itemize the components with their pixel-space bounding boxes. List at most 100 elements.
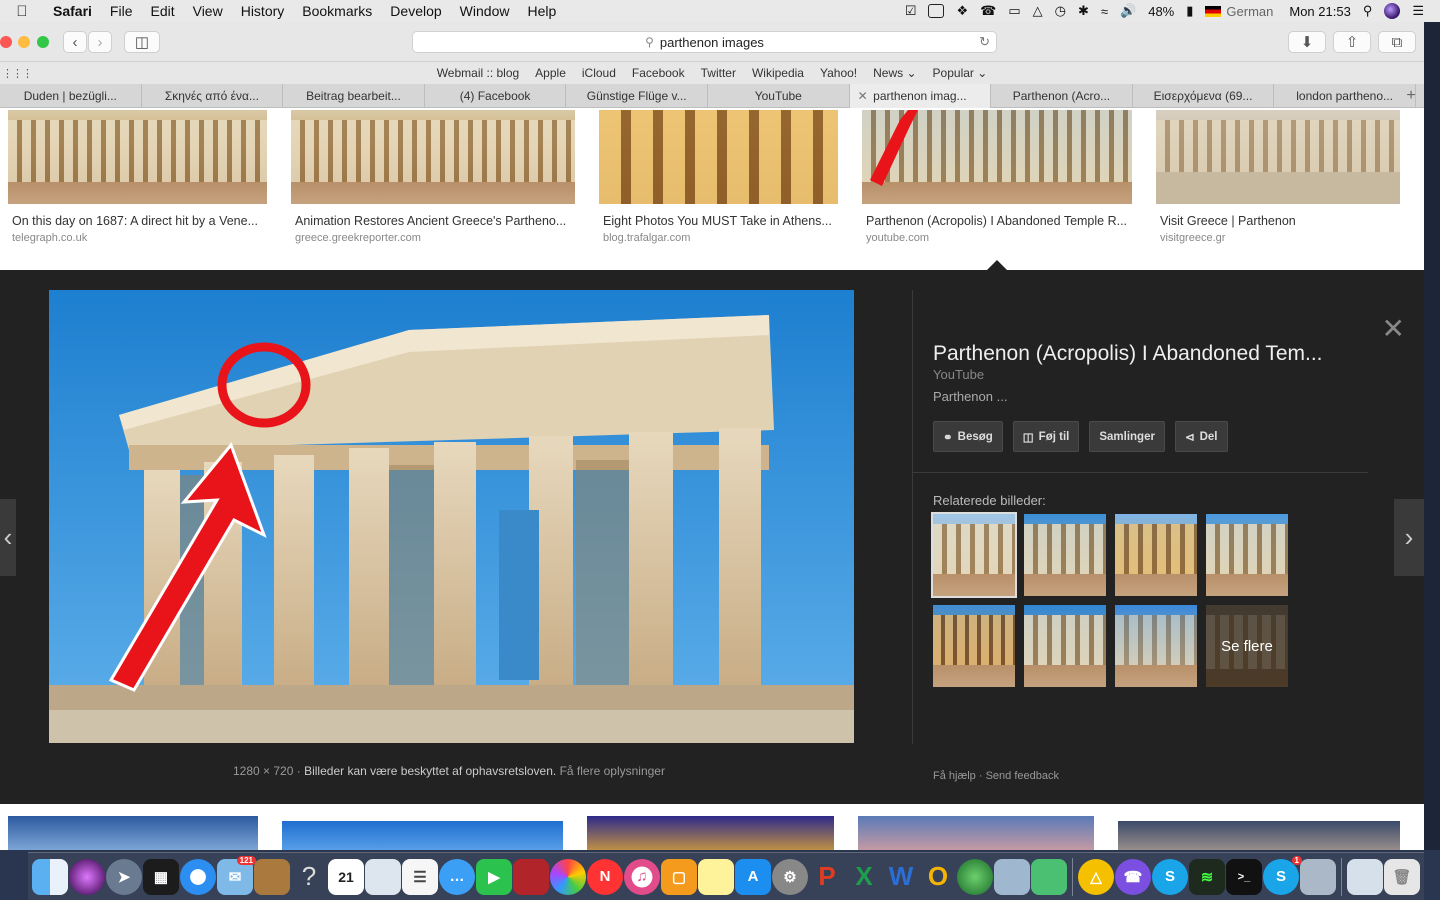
tab-beitrag[interactable]: Beitrag bearbeit... [283, 84, 425, 108]
mail-icon[interactable]: ✉ 121 [217, 855, 256, 895]
dropbox-icon[interactable]: ❖ [950, 3, 974, 19]
battery-percent[interactable]: 48% [1142, 4, 1180, 19]
result-next-5[interactable] [1118, 821, 1400, 850]
messages-icon[interactable]: … [439, 858, 475, 895]
bluetooth-icon[interactable]: ✱ [1072, 3, 1095, 19]
tab-duden[interactable]: Duden | bezügli... [0, 84, 142, 108]
mirror-icon[interactable]: ▭ [1002, 3, 1026, 19]
related-image-3[interactable] [1115, 514, 1197, 596]
battery-icon[interactable]: ▮ [1180, 3, 1199, 19]
feedback-link[interactable]: Send feedback [986, 770, 1059, 782]
related-image-1[interactable] [931, 512, 1017, 598]
word-icon[interactable]: W [883, 859, 919, 895]
menu-bookmarks[interactable]: Bookmarks [293, 3, 381, 19]
reload-icon[interactable]: ↻ [979, 34, 990, 50]
tab-overview-button[interactable]: ⧉ [1378, 31, 1416, 53]
photo-booth-icon[interactable] [513, 858, 549, 895]
window-icon[interactable] [922, 4, 950, 18]
photos-icon[interactable] [550, 858, 586, 895]
skype-second-icon[interactable]: S1 [1263, 855, 1302, 895]
menu-window[interactable]: Window [451, 3, 519, 19]
menu-file[interactable]: File [101, 3, 142, 19]
result-5[interactable]: Visit Greece | Parthenon visitgreece.gr [1156, 110, 1400, 244]
viber-icon[interactable]: ☎ [1115, 858, 1151, 895]
activity-monitor-icon[interactable]: ≋ [1189, 858, 1225, 895]
result-next-3[interactable] [587, 816, 834, 850]
wifi-icon[interactable]: ≈ [1095, 4, 1114, 19]
preview-app-icon[interactable] [365, 858, 401, 895]
new-tab-button[interactable]: + [1398, 84, 1424, 108]
image-capture-icon[interactable] [1300, 858, 1336, 895]
result-1-image[interactable] [8, 110, 267, 204]
excel-icon[interactable]: X [846, 859, 882, 895]
result-next-2[interactable] [282, 821, 563, 850]
terminal-icon[interactable]: >_ [1226, 858, 1262, 895]
close-tab-icon[interactable]: ✕ [858, 89, 868, 103]
sidebar-toggle-button[interactable]: ◫ [124, 31, 160, 53]
tab-inbox[interactable]: Εισερχόμενα (69... [1133, 84, 1275, 108]
itunes-icon[interactable]: ♫ [624, 858, 660, 895]
maps-icon[interactable] [1031, 858, 1067, 895]
app-store-icon[interactable]: A [735, 858, 771, 895]
news-icon[interactable]: N [587, 858, 623, 895]
powerpoint-icon[interactable]: P [809, 859, 845, 895]
tab-parthenon-acro[interactable]: Parthenon (Acro... [991, 84, 1133, 108]
notification-center-icon[interactable]: ☰ [1406, 3, 1430, 19]
share-image-button[interactable]: ⊲ Del [1174, 421, 1228, 452]
share-button[interactable]: ⇧ [1333, 31, 1371, 53]
menu-app-name[interactable]: Safari [44, 3, 101, 19]
globe-app-icon[interactable] [957, 858, 993, 895]
minimize-window-button[interactable] [18, 36, 30, 48]
launchpad-icon[interactable]: ➤ [106, 858, 142, 895]
reminders-icon[interactable]: ☰ [402, 858, 438, 895]
fav-twitter[interactable]: Twitter [693, 66, 744, 80]
address-bar[interactable]: ⚲ parthenon images ↻ [412, 31, 997, 53]
facetime-icon[interactable]: ▶ [476, 858, 512, 895]
time-machine-icon[interactable]: ◷ [1049, 3, 1072, 19]
result-2[interactable]: Animation Restores Ancient Greece's Part… [291, 110, 575, 244]
result-4-image[interactable] [862, 110, 1132, 204]
downloads-button[interactable]: ⬇ [1288, 31, 1326, 53]
safari-dock-icon[interactable] [180, 858, 216, 895]
see-more-tile[interactable]: Se flere [1206, 605, 1288, 687]
input-language[interactable]: German [1199, 4, 1279, 19]
result-1[interactable]: On this day on 1687: A direct hit by a V… [8, 110, 267, 244]
related-image-7[interactable] [1115, 605, 1197, 687]
notebook-icon[interactable] [254, 858, 290, 895]
result-5-image[interactable] [1156, 110, 1400, 204]
help-dock-icon[interactable]: ? [291, 859, 327, 895]
menu-edit[interactable]: Edit [141, 3, 183, 19]
result-1-title[interactable]: On this day on 1687: A direct hit by a V… [8, 214, 267, 228]
result-next-1[interactable] [8, 816, 258, 850]
result-4-title[interactable]: Parthenon (Acropolis) I Abandoned Temple… [862, 214, 1132, 228]
airplay-icon[interactable]: △ [1027, 3, 1049, 19]
fav-icloud[interactable]: iCloud [574, 66, 624, 80]
related-image-5[interactable] [933, 605, 1015, 687]
siri-dock-icon[interactable] [69, 858, 105, 895]
siri-icon[interactable] [1378, 3, 1406, 19]
tab-skines[interactable]: Σκηνές από ένα... [142, 84, 284, 108]
related-image-6[interactable] [1024, 605, 1106, 687]
downloads-stack-icon[interactable] [1347, 858, 1383, 895]
result-2-image[interactable] [291, 110, 575, 204]
fav-wikipedia[interactable]: Wikipedia [744, 66, 812, 80]
zoom-window-button[interactable] [37, 36, 49, 48]
tab-london-parthenon[interactable]: london partheno... [1274, 84, 1416, 108]
collections-button[interactable]: Samlinger [1089, 421, 1165, 452]
result-4[interactable]: Parthenon (Acropolis) I Abandoned Temple… [862, 110, 1132, 244]
menu-help[interactable]: Help [518, 3, 565, 19]
tab-youtube[interactable]: YouTube [708, 84, 850, 108]
related-image-2[interactable] [1024, 514, 1106, 596]
back-button[interactable]: ‹ [63, 31, 87, 53]
trash-icon[interactable]: 🗑 [1384, 858, 1420, 895]
books-icon[interactable]: ▢ [661, 858, 697, 895]
menu-view[interactable]: View [184, 3, 232, 19]
more-info-link[interactable]: Få flere oplysninger [560, 764, 665, 778]
menu-history[interactable]: History [232, 3, 294, 19]
drive-icon[interactable]: △ [1078, 858, 1114, 895]
volume-icon[interactable]: 🔊 [1114, 3, 1142, 19]
viber-status-icon[interactable]: ☎ [974, 3, 1002, 19]
airport-utility-icon[interactable] [994, 858, 1030, 895]
favorites-grid-icon[interactable]: ⋮⋮⋮ [2, 67, 33, 80]
previous-image-button[interactable]: ‹ [0, 499, 16, 576]
